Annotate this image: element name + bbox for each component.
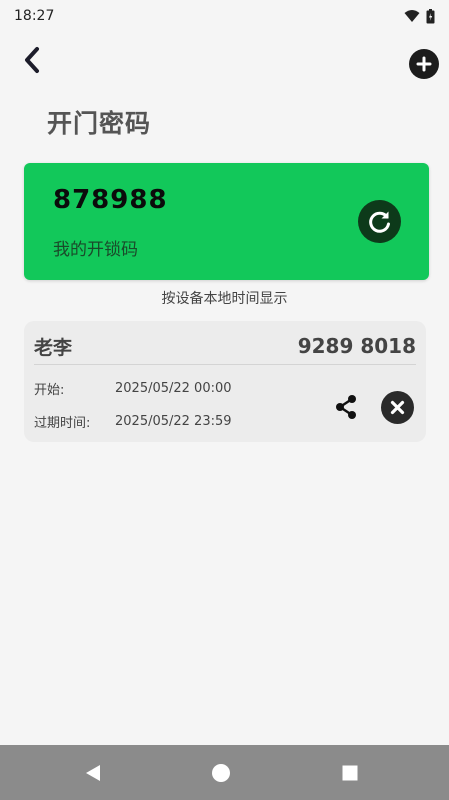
add-button[interactable] [409, 49, 439, 79]
start-label: 开始: [34, 383, 65, 398]
page-title: 开门密码 [47, 109, 152, 138]
password-entry-card[interactable]: 老李 9289 8018 开始: 2025/05/22 00:00 过期时间: … [24, 321, 426, 442]
entry-code: 9289 8018 [297, 334, 416, 358]
battery-icon [426, 8, 435, 23]
status-icons [404, 8, 435, 24]
status-time: 18:27 [14, 8, 55, 24]
back-triangle-icon [86, 765, 100, 781]
nav-back-button[interactable] [82, 762, 104, 784]
nav-home-button[interactable] [210, 762, 232, 784]
refresh-button[interactable] [358, 200, 401, 243]
delete-button[interactable] [381, 391, 414, 424]
system-nav-bar [0, 745, 449, 800]
recents-square-icon [342, 765, 358, 781]
refresh-icon [368, 211, 390, 233]
entry-divider [34, 364, 416, 365]
share-icon [336, 395, 356, 419]
expire-time: 2025/05/22 23:59 [115, 414, 232, 429]
unlock-code-card: 878988 我的开锁码 [24, 163, 429, 280]
status-bar: 18:27 [0, 0, 449, 32]
back-button[interactable] [16, 44, 48, 76]
start-time: 2025/05/22 00:00 [115, 381, 232, 396]
unlock-code-label: 我的开锁码 [53, 240, 138, 260]
wifi-icon [404, 10, 420, 22]
expire-label: 过期时间: [34, 416, 91, 431]
home-circle-icon [212, 764, 230, 782]
plus-circle-icon [416, 56, 432, 72]
nav-recents-button[interactable] [339, 762, 361, 784]
share-button[interactable] [333, 393, 359, 421]
close-circle-icon [390, 400, 405, 415]
entry-name: 老李 [34, 337, 73, 359]
local-time-hint: 按设备本地时间显示 [161, 291, 288, 307]
chevron-left-icon [25, 47, 39, 73]
unlock-code-value: 878988 [53, 185, 168, 215]
